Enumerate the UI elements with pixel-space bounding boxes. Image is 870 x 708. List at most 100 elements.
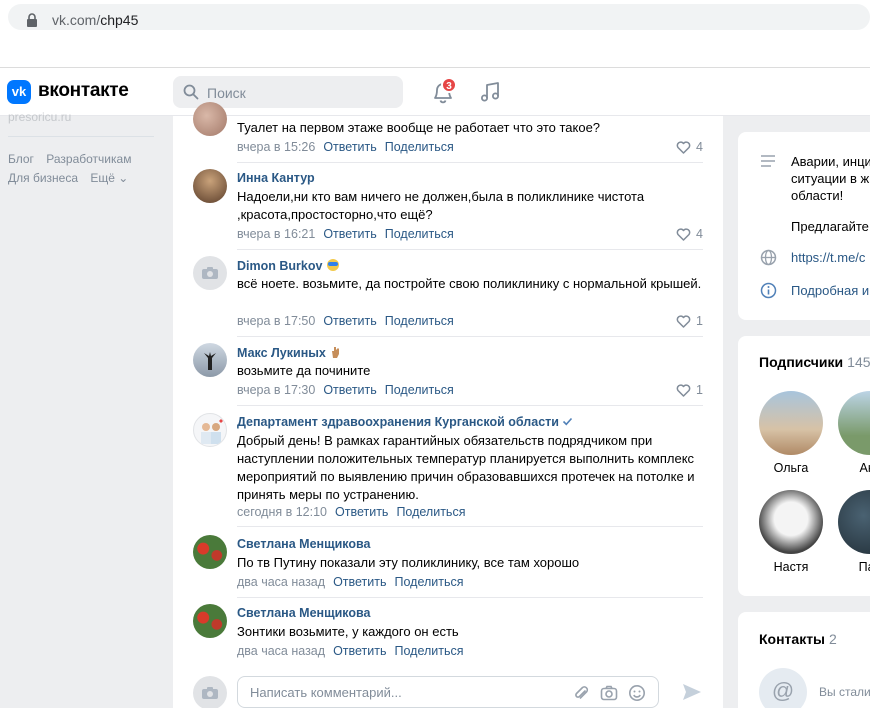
comment-input[interactable]: Написать комментарий... xyxy=(237,676,659,708)
comment-author[interactable]: Dimon Burkov xyxy=(237,258,340,273)
subscribers-label: Подписчики xyxy=(759,354,844,370)
like-button[interactable]: 4 xyxy=(676,227,703,241)
emoji-icon[interactable] xyxy=(628,684,646,702)
subscriber-avatar[interactable] xyxy=(759,490,823,554)
send-icon[interactable] xyxy=(681,682,703,702)
link-developers[interactable]: Разработчикам xyxy=(46,152,131,166)
comment-time[interactable]: вчера в 17:50 xyxy=(237,314,315,328)
comment-time[interactable]: вчера в 16:21 xyxy=(237,227,315,241)
avatar[interactable] xyxy=(193,343,227,377)
attach-icon[interactable] xyxy=(572,684,590,702)
link-blog[interactable]: Блог xyxy=(8,152,34,166)
divider xyxy=(237,405,703,406)
divider xyxy=(237,597,703,598)
share-button[interactable]: Поделиться xyxy=(395,644,464,658)
avatar[interactable] xyxy=(193,256,227,290)
comment-time[interactable]: вчера в 17:30 xyxy=(237,383,315,397)
share-button[interactable]: Поделиться xyxy=(385,383,454,397)
comment-time[interactable]: вчера в 15:26 xyxy=(237,140,315,154)
avatar[interactable] xyxy=(193,413,227,447)
contact-email-icon: @ xyxy=(759,668,807,708)
avatar[interactable] xyxy=(193,535,227,569)
divider xyxy=(237,336,703,337)
avatar[interactable] xyxy=(193,169,227,203)
comment-text: Туалет на первом этаже вообще не работае… xyxy=(237,120,601,135)
avatar[interactable] xyxy=(193,102,227,136)
subscriber-name[interactable]: Настя xyxy=(759,560,823,574)
url-text: vk.com/chp45 xyxy=(52,12,138,28)
comment-meta: два часа назад Ответить Поделиться xyxy=(237,575,464,589)
comment-author[interactable]: Макс Лукиных xyxy=(237,345,343,360)
comment-time[interactable]: сегодня в 12:10 xyxy=(237,505,327,519)
my-avatar xyxy=(193,676,227,708)
subscribers-title[interactable]: Подписчики 145 xyxy=(759,354,870,370)
verified-icon xyxy=(563,417,573,426)
like-count: 1 xyxy=(696,383,703,397)
truncated-link[interactable]: presoricu.ru xyxy=(8,110,71,124)
share-button[interactable]: Поделиться xyxy=(395,575,464,589)
comment-author[interactable]: Светлана Менщикова xyxy=(237,606,371,620)
subscriber-name[interactable]: Пап xyxy=(838,560,870,574)
reply-button[interactable]: Ответить xyxy=(323,227,376,241)
contacts-card: Контакты 2 @ Вы стали xyxy=(738,612,870,708)
author-name: Dimon Burkov xyxy=(237,259,323,273)
reply-button[interactable]: Ответить xyxy=(323,140,376,154)
heart-icon xyxy=(676,141,691,154)
author-name: Макс Лукиных xyxy=(237,346,326,360)
author-name: Департамент здравоохранения Курганской о… xyxy=(237,415,559,429)
subscriber-avatar[interactable] xyxy=(759,391,823,455)
comment-author[interactable]: Департамент здравоохранения Курганской о… xyxy=(237,415,573,429)
address-bar[interactable]: vk.com/chp45 xyxy=(8,4,870,30)
description-line: Аварии, инци xyxy=(791,154,870,169)
subscriber-name[interactable]: Ольга xyxy=(759,461,823,475)
details-link[interactable]: Подробная и xyxy=(791,282,869,299)
link-business[interactable]: Для бизнеса xyxy=(8,171,78,185)
avatar[interactable] xyxy=(193,604,227,638)
description-icon xyxy=(761,155,775,167)
camera-placeholder-icon xyxy=(202,267,218,279)
reply-button[interactable]: Ответить xyxy=(323,383,376,397)
search-icon xyxy=(183,84,199,100)
comment-meta: вчера в 17:50 Ответить Поделиться xyxy=(237,314,454,328)
share-button[interactable]: Поделиться xyxy=(385,227,454,241)
like-button[interactable]: 4 xyxy=(676,140,703,154)
like-button[interactable]: 1 xyxy=(676,314,703,328)
url-host: vk.com/ xyxy=(52,12,101,28)
subscriber-avatar[interactable] xyxy=(838,490,870,554)
vk-logo-icon[interactable]: vk xyxy=(7,80,31,104)
hand-emoji-icon xyxy=(332,347,340,358)
contacts-label: Контакты xyxy=(759,631,826,647)
camera-icon[interactable] xyxy=(600,684,618,702)
music-icon[interactable] xyxy=(478,80,502,104)
subscriber-name[interactable]: Ант xyxy=(838,461,870,475)
reply-button[interactable]: Ответить xyxy=(333,644,386,658)
contacts-count: 2 xyxy=(829,631,837,647)
description-line: области! xyxy=(791,188,844,203)
description-line: ситуации в ж xyxy=(791,171,870,186)
comment-time[interactable]: два часа назад xyxy=(237,575,325,589)
like-button[interactable]: 1 xyxy=(676,383,703,397)
search-placeholder: Поиск xyxy=(207,85,246,101)
comment-meta: два часа назад Ответить Поделиться xyxy=(237,644,464,658)
browser-toolbar: vk.com/chp45 xyxy=(0,0,870,68)
share-button[interactable]: Поделиться xyxy=(385,140,454,154)
reply-button[interactable]: Ответить xyxy=(335,505,388,519)
reply-button[interactable]: Ответить xyxy=(333,575,386,589)
website-link[interactable]: https://t.me/c xyxy=(791,249,865,266)
description-line: Предлагайте xyxy=(791,219,869,234)
vk-brand[interactable]: вконтакте xyxy=(38,80,129,102)
info-icon xyxy=(760,282,777,299)
comment-author[interactable]: Светлана Менщикова xyxy=(237,537,371,551)
share-button[interactable]: Поделиться xyxy=(385,314,454,328)
subscriber-avatar[interactable] xyxy=(838,391,870,455)
comment-time[interactable]: два часа назад xyxy=(237,644,325,658)
contacts-title[interactable]: Контакты 2 xyxy=(759,631,837,647)
camera-placeholder-icon xyxy=(202,687,218,699)
divider xyxy=(237,249,703,250)
reply-button[interactable]: Ответить xyxy=(323,314,376,328)
link-more[interactable]: Ещё ⌄ xyxy=(90,171,128,185)
subscribers-card: Подписчики145 Ольга Ант Настя Пап xyxy=(738,336,870,596)
comment-text: Добрый день! В рамках гарантийных обязат… xyxy=(237,433,695,502)
share-button[interactable]: Поделиться xyxy=(396,505,465,519)
comment-author[interactable]: Инна Кантур xyxy=(237,171,315,185)
